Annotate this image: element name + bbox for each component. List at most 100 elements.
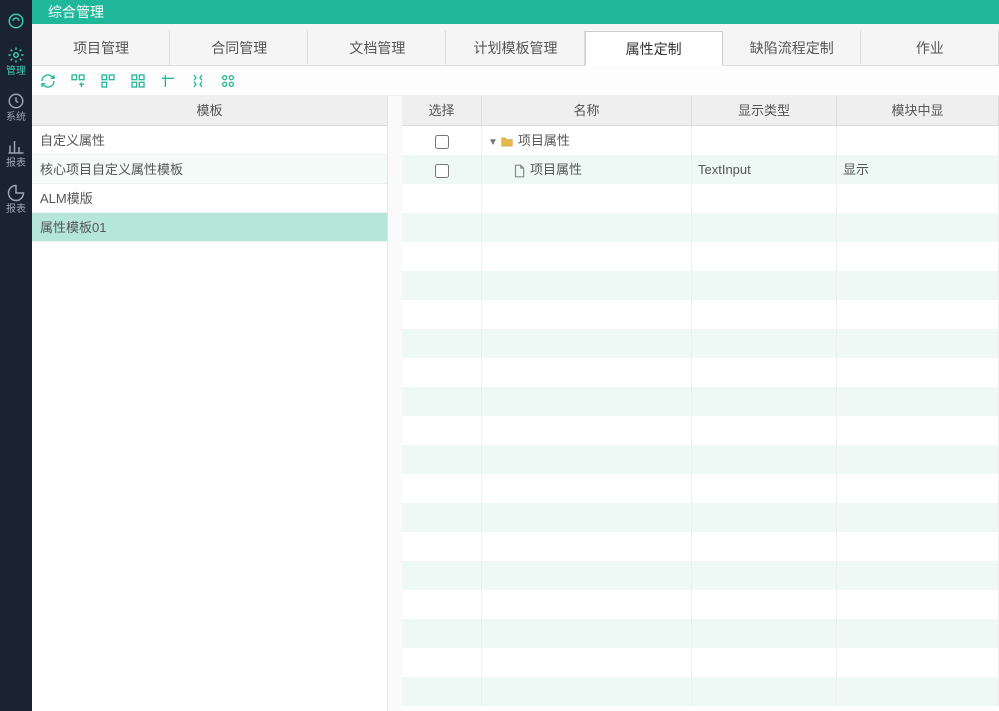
select-cell (402, 126, 482, 155)
empty-cell (482, 474, 692, 503)
empty-cell (692, 387, 837, 416)
empty-cell (837, 590, 999, 619)
empty-cell (482, 416, 692, 445)
empty-cell (692, 271, 837, 300)
empty-cell (837, 358, 999, 387)
empty-cell (482, 561, 692, 590)
empty-cell (482, 677, 692, 706)
empty-cell (837, 416, 999, 445)
tool-btn-4[interactable] (160, 73, 176, 89)
empty-cell (402, 184, 482, 213)
empty-cell (402, 329, 482, 358)
folder-icon (500, 133, 518, 148)
empty-cell (837, 503, 999, 532)
clock-icon (7, 92, 25, 110)
empty-cell (402, 648, 482, 677)
empty-cell (837, 300, 999, 329)
empty-cell (837, 387, 999, 416)
empty-cell (402, 561, 482, 590)
row-name: 项目属性 (518, 133, 570, 148)
empty-cell (482, 329, 692, 358)
empty-cell (402, 474, 482, 503)
moduleshow-cell (837, 126, 999, 155)
empty-cell (402, 300, 482, 329)
empty-cell (837, 329, 999, 358)
row-checkbox[interactable] (435, 135, 449, 149)
template-row[interactable]: 核心项目自定义属性模板 (32, 155, 387, 184)
tab-1[interactable]: 合同管理 (170, 30, 308, 65)
empty-cell (402, 242, 482, 271)
empty-cell (482, 271, 692, 300)
template-header: 模板 (32, 96, 387, 126)
moduleshow-cell: 显示 (837, 155, 999, 184)
tool-btn-3[interactable] (130, 73, 146, 89)
tool-btn-2[interactable] (100, 73, 116, 89)
toolbar (32, 66, 999, 96)
sidebar-item-manage[interactable]: 管理 (0, 38, 32, 84)
empty-cell (402, 590, 482, 619)
row-checkbox[interactable] (435, 164, 449, 178)
tab-6[interactable]: 作业 (861, 30, 999, 65)
displaytype-cell (692, 126, 837, 155)
empty-cell (837, 184, 999, 213)
displaytype-cell: TextInput (692, 155, 837, 184)
empty-cell (482, 590, 692, 619)
empty-cell (692, 358, 837, 387)
sidebar-label: 报表 (6, 204, 26, 216)
sidebar-item-report1[interactable]: 报表 (0, 130, 32, 176)
empty-cell (482, 300, 692, 329)
empty-cell (482, 213, 692, 242)
tab-0[interactable]: 项目管理 (32, 30, 170, 65)
gear-icon (7, 46, 25, 64)
tool-btn-5[interactable] (190, 73, 206, 89)
empty-cell (837, 445, 999, 474)
empty-cell (482, 242, 692, 271)
sidebar-item-report2[interactable]: 报表 (0, 176, 32, 222)
tree-toggle-icon[interactable]: ▼ (488, 137, 498, 148)
empty-cell (837, 242, 999, 271)
name-cell[interactable]: ▼ 项目属性 (482, 126, 692, 155)
empty-cell (402, 445, 482, 474)
template-row[interactable]: ALM模版 (32, 184, 387, 213)
refresh-button[interactable] (40, 73, 56, 89)
empty-cell (402, 532, 482, 561)
sidebar-item-system[interactable]: 系统 (0, 84, 32, 130)
empty-cell (692, 242, 837, 271)
sidebar-item-logo[interactable] (0, 4, 32, 38)
empty-cell (482, 184, 692, 213)
page-title: 综合管理 (48, 2, 104, 22)
empty-cell (692, 329, 837, 358)
empty-cell (837, 213, 999, 242)
template-row[interactable]: 属性模板01 (32, 213, 387, 242)
pie-icon (7, 184, 25, 202)
column-header-moduleShow: 模块中显 (837, 96, 999, 126)
template-list: 自定义属性核心项目自定义属性模板ALM模版属性模板01 (32, 126, 387, 711)
empty-cell (692, 648, 837, 677)
column-header-name: 名称 (482, 96, 692, 126)
attribute-panel: 选择名称显示类型模块中显▼项目属性项目属性TextInput显示 (402, 96, 999, 711)
empty-cell (692, 503, 837, 532)
column-header-select: 选择 (402, 96, 482, 126)
template-row[interactable]: 自定义属性 (32, 126, 387, 155)
empty-cell (692, 590, 837, 619)
left-sidebar: 管理 系统 报表 报表 (0, 0, 32, 711)
empty-cell (692, 619, 837, 648)
empty-cell (402, 387, 482, 416)
tab-5[interactable]: 缺陷流程定制 (723, 30, 861, 65)
tool-btn-6[interactable] (220, 73, 236, 89)
empty-cell (837, 677, 999, 706)
tab-3[interactable]: 计划模板管理 (446, 30, 584, 65)
empty-cell (482, 619, 692, 648)
empty-cell (692, 300, 837, 329)
empty-cell (692, 213, 837, 242)
chart-icon (7, 138, 25, 156)
empty-cell (837, 561, 999, 590)
sidebar-label: 系统 (6, 112, 26, 124)
tool-btn-1[interactable] (70, 73, 86, 89)
column-header-displayType: 显示类型 (692, 96, 837, 126)
tab-4[interactable]: 属性定制 (585, 31, 723, 66)
tab-2[interactable]: 文档管理 (308, 30, 446, 65)
name-cell[interactable]: 项目属性 (482, 155, 692, 184)
sidebar-label: 报表 (6, 158, 26, 170)
empty-cell (692, 416, 837, 445)
